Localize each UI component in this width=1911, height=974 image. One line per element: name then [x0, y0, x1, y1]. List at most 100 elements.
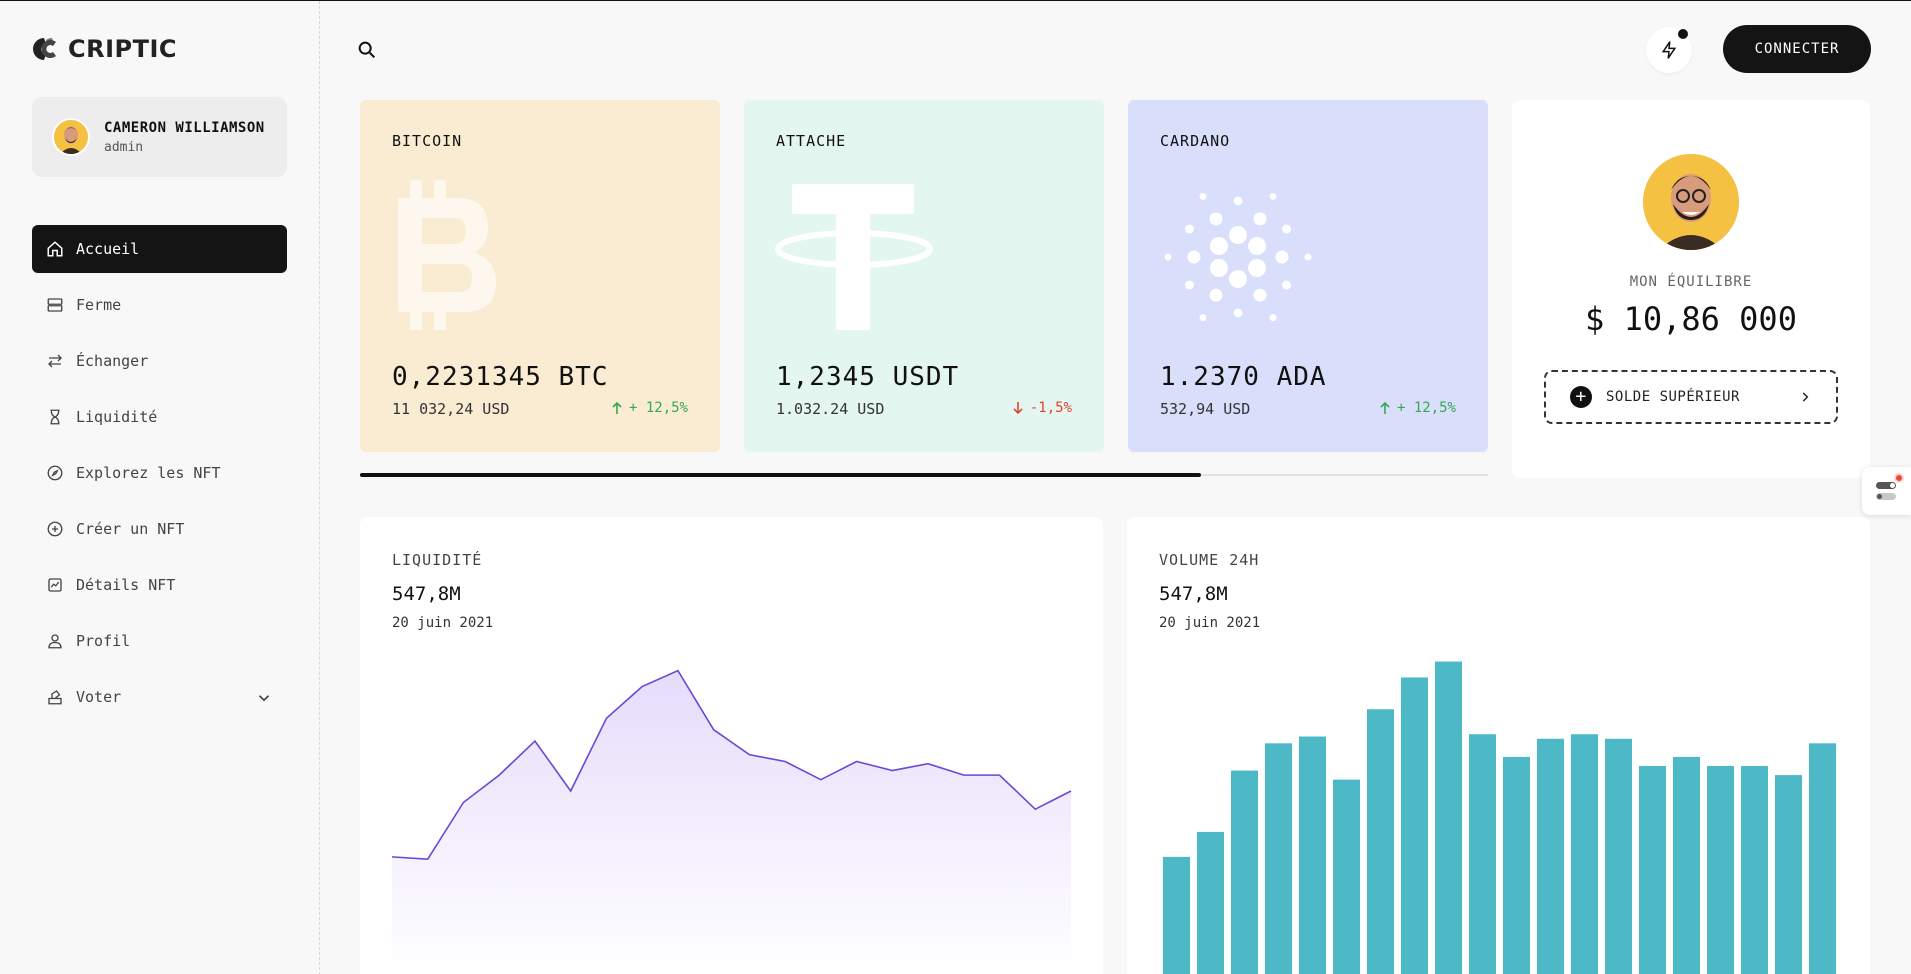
- search-icon[interactable]: [356, 39, 378, 61]
- cardano-dot: [1209, 237, 1228, 255]
- nav-item-profil[interactable]: Profil: [32, 617, 287, 665]
- nav-item-explorez-nft[interactable]: Explorez les NFT: [32, 449, 287, 497]
- liquidity-chart-card: LIQUIDITÉ 547,8M 20 juin 2021: [360, 517, 1103, 974]
- user-role: admin: [104, 139, 144, 155]
- coin-change-value: + 12,5%: [1396, 400, 1456, 416]
- volume-chart-card: VOLUME 24H 547,8M 20 juin 2021: [1127, 517, 1870, 974]
- chevron-down-icon[interactable]: [255, 689, 273, 707]
- cardano-dot: [1253, 212, 1267, 226]
- nav-label: Détails NFT: [76, 576, 176, 594]
- cardano-dot: [1233, 196, 1243, 206]
- nav-item-creer-nft[interactable]: Créer un NFT: [32, 505, 287, 553]
- user-profile-card[interactable]: CAMERON WILLIAMSON admin: [32, 97, 287, 177]
- coin-usd-value: 1.032.24 USD: [776, 400, 885, 418]
- volume-bar-17[interactable]: [1741, 766, 1768, 974]
- liquidity-area-chart: [391, 669, 1072, 974]
- settings-toggle-button[interactable]: [1862, 467, 1911, 515]
- nav-item-echanger[interactable]: Échanger: [32, 337, 287, 385]
- top-up-balance-button[interactable]: + SOLDE SUPÉRIEUR: [1544, 370, 1838, 424]
- cardano-dot: [1164, 253, 1172, 261]
- chart-box-icon: [48, 578, 62, 592]
- nav-item-ferme[interactable]: Ferme: [32, 281, 287, 329]
- coin-change-value: + 12,5%: [628, 400, 688, 416]
- main-nav: Accueil Ferme Échanger Liquidité Explore…: [32, 225, 287, 729]
- sidebar: CRIPTIC CAMERON WILLIAMSON admin Accueil…: [0, 1, 320, 974]
- cardano-dot: [1275, 250, 1289, 264]
- app-logo[interactable]: CRIPTIC: [32, 35, 177, 63]
- cardano-dot: [1229, 226, 1247, 244]
- user-icon: [48, 634, 62, 649]
- volume-bar-3[interactable]: [1265, 743, 1292, 974]
- criptic-logo-icon: [33, 38, 56, 60]
- nav-item-accueil[interactable]: Accueil: [32, 225, 287, 273]
- connect-button[interactable]: CONNECTER: [1723, 25, 1871, 73]
- cardano-dot: [1304, 253, 1312, 261]
- cardano-icon: [1164, 192, 1312, 322]
- carousel-progress-fill: [360, 473, 1202, 477]
- notification-dot: [1678, 29, 1688, 39]
- cardano-dot: [1269, 314, 1277, 322]
- volume-bar-16[interactable]: [1707, 766, 1734, 974]
- cardano-dot: [1281, 224, 1291, 234]
- nav-item-details-nft[interactable]: Détails NFT: [32, 561, 287, 609]
- chevron-right-icon: [1802, 392, 1809, 402]
- swap-icon: [48, 354, 62, 368]
- cardano-dot: [1281, 280, 1291, 290]
- nav-label: Échanger: [76, 352, 149, 370]
- toggle-icon: [1875, 482, 1896, 500]
- volume-bar-11[interactable]: [1537, 738, 1564, 974]
- coin-amount: 0,2231345 BTC: [392, 362, 609, 392]
- volume-bar-10[interactable]: [1503, 756, 1530, 974]
- coin-change: + 12,5%: [1379, 400, 1456, 416]
- volume-bar-4[interactable]: [1299, 736, 1326, 974]
- cardano-dot: [1209, 288, 1223, 302]
- volume-bar-1[interactable]: [1197, 831, 1224, 974]
- volume-bar-5[interactable]: [1333, 779, 1360, 974]
- arrow-up-icon: [612, 401, 622, 414]
- cardano-dot: [1199, 314, 1207, 322]
- cardano-dot: [1185, 280, 1195, 290]
- avatar: [52, 118, 90, 156]
- cardano-dot: [1269, 192, 1277, 200]
- coin-amount: 1.2370 ADA: [1160, 362, 1327, 392]
- volume-bar-14[interactable]: [1639, 766, 1666, 974]
- volume-bar-15[interactable]: [1673, 756, 1700, 974]
- coin-name: ATTACHE: [776, 132, 847, 150]
- cardano-dot: [1187, 250, 1201, 264]
- coin-usd-value: 11 032,24 USD: [392, 400, 510, 418]
- volume-bar-2[interactable]: [1231, 770, 1258, 974]
- coin-amount: 1,2345 USDT: [776, 362, 960, 392]
- volume-bar-18[interactable]: [1775, 775, 1802, 974]
- nav-label: Ferme: [76, 296, 122, 314]
- volume-bar-13[interactable]: [1605, 738, 1632, 974]
- coin-card-cardano[interactable]: CARDANO 1.2370 ADA 532,94 USD + 12,5%: [1128, 100, 1488, 452]
- volume-bar-12[interactable]: [1571, 734, 1598, 974]
- nav-label: Explorez les NFT: [76, 464, 221, 482]
- nav-label: Voter: [76, 688, 122, 706]
- compass-icon: [47, 465, 63, 481]
- volume-bar-8[interactable]: [1435, 661, 1462, 974]
- carousel-progress-track[interactable]: [360, 473, 1488, 477]
- nav-item-liquidite[interactable]: Liquidité: [32, 393, 287, 441]
- coin-name: CARDANO: [1160, 132, 1231, 150]
- volume-bar-0[interactable]: [1163, 856, 1190, 974]
- volume-bar-6[interactable]: [1367, 709, 1394, 974]
- balance-card: MON ÉQUILIBRE $ 10,86 000 + SOLDE SUPÉRI…: [1512, 100, 1870, 478]
- coin-card-bitcoin[interactable]: BITCOIN 0,2231345 BTC 11 032,24 USD + 12…: [360, 100, 720, 452]
- nav-item-voter[interactable]: Voter: [32, 673, 287, 721]
- tether-icon: [775, 184, 933, 330]
- top-up-label: SOLDE SUPÉRIEUR: [1606, 389, 1740, 405]
- coin-name: BITCOIN: [392, 132, 463, 150]
- volume-bar-19[interactable]: [1809, 743, 1836, 974]
- arrow-up-icon: [1380, 401, 1390, 414]
- volume-bar-chart: [1163, 661, 1836, 974]
- coin-card-tether[interactable]: ATTACHE 1,2345 USDT 1.032.24 USD -1,5%: [744, 100, 1104, 452]
- notifications-button[interactable]: [1646, 27, 1692, 73]
- coin-change: + 12,5%: [611, 400, 688, 416]
- volume-bar-7[interactable]: [1401, 677, 1428, 974]
- cardano-dot: [1209, 212, 1223, 226]
- bolt-icon: [1661, 41, 1677, 59]
- coin-usd-value: 532,94 USD: [1160, 400, 1251, 418]
- cardano-dot: [1248, 259, 1267, 277]
- volume-bar-9[interactable]: [1469, 734, 1496, 974]
